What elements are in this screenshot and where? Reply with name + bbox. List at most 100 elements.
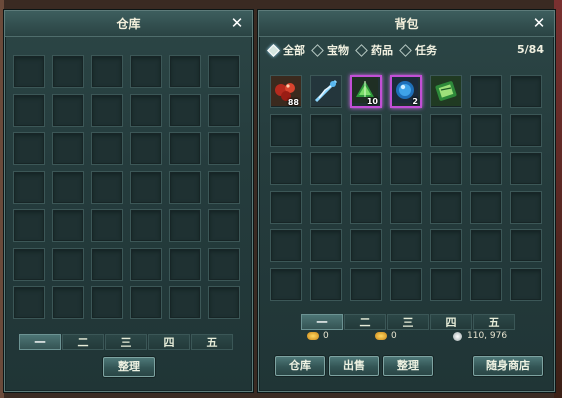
bag-slot-empty[interactable] [430, 267, 462, 301]
bag-slot-empty[interactable] [310, 229, 342, 262]
warehouse-slot[interactable] [130, 247, 162, 281]
bag-sort-button[interactable]: 整理 [383, 356, 433, 376]
warehouse-slot[interactable] [13, 55, 45, 88]
filter-radio-icon[interactable] [311, 43, 324, 57]
blue-orb-item[interactable]: 2 [390, 75, 422, 108]
bag-slot-empty[interactable] [470, 229, 502, 262]
warehouse-slot[interactable] [130, 132, 162, 165]
bag-slot-empty[interactable] [350, 113, 382, 147]
warehouse-slot[interactable] [130, 170, 162, 204]
bag-slot-empty[interactable] [310, 190, 342, 224]
warehouse-slot[interactable] [208, 132, 240, 165]
bag-slot-empty[interactable] [270, 229, 302, 262]
bag-page-tab-1[interactable]: 一 [301, 314, 343, 330]
bag-slot-empty[interactable] [270, 267, 302, 301]
bag-slot-empty[interactable] [430, 113, 462, 147]
bag-filter-1[interactable]: 全部 [267, 41, 305, 59]
bag-filter-3[interactable]: 药品 [355, 41, 393, 59]
bag-page-tab-2[interactable]: 二 [344, 314, 386, 330]
warehouse-slot[interactable] [13, 247, 45, 281]
warehouse-slot[interactable] [169, 55, 201, 88]
bag-slot-empty[interactable] [390, 113, 422, 147]
bag-slot-empty[interactable] [430, 190, 462, 224]
sell-button[interactable]: 出售 [329, 356, 379, 376]
warehouse-slot[interactable] [52, 93, 84, 127]
bag-warehouse-button[interactable]: 仓库 [275, 356, 325, 376]
green-wing-item[interactable]: 10 [350, 75, 382, 108]
warehouse-slot[interactable] [91, 55, 123, 88]
warehouse-slot[interactable] [13, 286, 45, 319]
bag-slot-empty[interactable] [350, 190, 382, 224]
warehouse-page-tab-5[interactable]: 五 [191, 334, 233, 350]
bag-slot-empty[interactable] [310, 152, 342, 185]
bag-slot-empty[interactable] [510, 267, 542, 301]
warehouse-slot[interactable] [91, 93, 123, 127]
bag-slot-empty[interactable] [310, 267, 342, 301]
warehouse-page-tab-4[interactable]: 四 [148, 334, 190, 350]
warehouse-slot[interactable] [13, 132, 45, 165]
warehouse-slot[interactable] [13, 170, 45, 204]
warehouse-slot[interactable] [91, 286, 123, 319]
warehouse-slot[interactable] [169, 93, 201, 127]
bag-slot-empty[interactable] [510, 75, 542, 108]
bag-slot-empty[interactable] [270, 190, 302, 224]
warehouse-slot[interactable] [169, 247, 201, 281]
warehouse-slot[interactable] [169, 132, 201, 165]
bag-close-button[interactable]: ✕ [530, 14, 548, 32]
warehouse-sort-button[interactable]: 整理 [103, 357, 155, 377]
warehouse-slot[interactable] [52, 209, 84, 242]
warehouse-slot[interactable] [208, 55, 240, 88]
bag-filter-2[interactable]: 宝物 [311, 41, 349, 59]
warehouse-slot[interactable] [208, 247, 240, 281]
bag-slot-empty[interactable] [510, 113, 542, 147]
warehouse-slot[interactable] [91, 247, 123, 281]
warehouse-slot[interactable] [52, 247, 84, 281]
bag-slot-empty[interactable] [270, 113, 302, 147]
portable-shop-button[interactable]: 随身商店 [473, 356, 543, 376]
warehouse-slot[interactable] [208, 286, 240, 319]
red-gem-cluster-item[interactable]: 88 [270, 75, 302, 108]
warehouse-slot[interactable] [91, 132, 123, 165]
bag-slot-empty[interactable] [390, 152, 422, 185]
warehouse-slot[interactable] [13, 93, 45, 127]
warehouse-slot[interactable] [13, 209, 45, 242]
bag-slot-empty[interactable] [510, 229, 542, 262]
bag-slot-empty[interactable] [350, 229, 382, 262]
warehouse-slot[interactable] [52, 170, 84, 204]
bag-slot-empty[interactable] [470, 267, 502, 301]
warehouse-slot[interactable] [208, 93, 240, 127]
filter-radio-icon[interactable] [399, 43, 412, 57]
blue-feather-item[interactable] [310, 75, 342, 108]
warehouse-slot[interactable] [130, 93, 162, 127]
bag-slot-empty[interactable] [430, 152, 462, 185]
bag-slot-empty[interactable] [350, 267, 382, 301]
warehouse-slot[interactable] [52, 132, 84, 165]
bag-slot-empty[interactable] [390, 229, 422, 262]
bag-slot-empty[interactable] [470, 113, 502, 147]
warehouse-page-tab-1[interactable]: 一 [19, 334, 61, 350]
warehouse-slot[interactable] [52, 55, 84, 88]
warehouse-slot[interactable] [91, 209, 123, 242]
bag-filter-4[interactable]: 任务 [399, 41, 437, 59]
bag-slot-empty[interactable] [510, 152, 542, 185]
warehouse-slot[interactable] [208, 170, 240, 204]
bag-slot-empty[interactable] [470, 152, 502, 185]
warehouse-slot[interactable] [169, 170, 201, 204]
warehouse-slot[interactable] [91, 170, 123, 204]
warehouse-slot[interactable] [169, 286, 201, 319]
bag-page-tab-3[interactable]: 三 [387, 314, 429, 330]
bag-slot-empty[interactable] [390, 267, 422, 301]
bag-slot-empty[interactable] [310, 113, 342, 147]
green-scroll-item[interactable] [430, 75, 462, 108]
filter-radio-icon[interactable] [355, 43, 368, 57]
bag-slot-empty[interactable] [510, 190, 542, 224]
warehouse-slot[interactable] [169, 209, 201, 242]
warehouse-slot[interactable] [52, 286, 84, 319]
warehouse-page-tab-2[interactable]: 二 [62, 334, 104, 350]
warehouse-slot[interactable] [130, 209, 162, 242]
warehouse-slot[interactable] [130, 286, 162, 319]
filter-radio-icon[interactable] [267, 43, 280, 57]
bag-slot-empty[interactable] [470, 75, 502, 108]
warehouse-close-button[interactable]: ✕ [228, 14, 246, 32]
warehouse-page-tab-3[interactable]: 三 [105, 334, 147, 350]
